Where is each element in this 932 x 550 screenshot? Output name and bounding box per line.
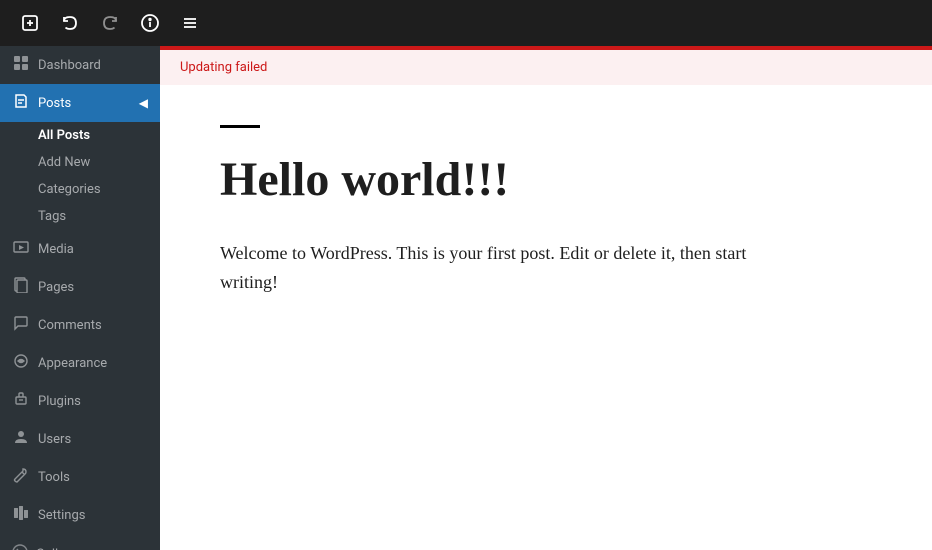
top-toolbar <box>0 0 932 46</box>
post-separator <box>220 125 260 128</box>
sidebar-item-plugins-label: Plugins <box>38 394 81 409</box>
all-posts-label: All Posts <box>38 128 90 143</box>
sidebar-item-users-label: Users <box>38 432 71 447</box>
media-icon <box>12 239 30 259</box>
posts-icon <box>12 93 30 113</box>
sidebar-item-dashboard-label: Dashboard <box>38 58 101 73</box>
tools-icon <box>12 467 30 487</box>
undo-button[interactable] <box>52 5 88 41</box>
collapse-menu[interactable]: Collapse menu <box>0 534 160 550</box>
redo-button[interactable] <box>92 5 128 41</box>
sidebar-item-tools-label: Tools <box>38 470 70 485</box>
sidebar-item-tools[interactable]: Tools <box>0 458 160 496</box>
pages-icon <box>12 277 30 297</box>
sidebar-item-pages[interactable]: Pages <box>0 268 160 306</box>
dashboard-icon <box>12 55 30 75</box>
plugins-icon <box>12 391 30 411</box>
main-layout: Dashboard Posts ◀ All Posts Add New Cate… <box>0 46 932 550</box>
sidebar-item-posts-label: Posts <box>38 96 71 111</box>
sidebar-item-posts[interactable]: Posts ◀ <box>0 84 160 122</box>
appearance-icon <box>12 353 30 373</box>
sidebar: Dashboard Posts ◀ All Posts Add New Cate… <box>0 46 160 550</box>
sidebar-subitem-categories[interactable]: Categories <box>0 176 160 203</box>
sidebar-item-comments-label: Comments <box>38 318 102 333</box>
sidebar-item-appearance[interactable]: Appearance <box>0 344 160 382</box>
list-view-button[interactable] <box>172 5 208 41</box>
users-icon <box>12 429 30 449</box>
sidebar-item-settings[interactable]: Settings <box>0 496 160 534</box>
info-button[interactable] <box>132 5 168 41</box>
comments-icon <box>12 315 30 335</box>
content-area: Updating failed Hello world!!! Welcome t… <box>160 46 932 550</box>
add-new-label: Add New <box>38 155 90 170</box>
sidebar-item-media-label: Media <box>38 242 74 257</box>
sidebar-subitem-all-posts[interactable]: All Posts <box>0 122 160 149</box>
collapse-menu-icon <box>12 544 28 550</box>
sidebar-item-comments[interactable]: Comments <box>0 306 160 344</box>
collapse-menu-label: Collapse menu <box>36 547 122 550</box>
sidebar-item-pages-label: Pages <box>38 280 74 295</box>
post-body[interactable]: Welcome to WordPress. This is your first… <box>220 239 800 297</box>
sidebar-item-media[interactable]: Media <box>0 230 160 268</box>
sidebar-item-users[interactable]: Users <box>0 420 160 458</box>
tags-label: Tags <box>38 209 66 224</box>
posts-arrow: ◀ <box>139 96 148 110</box>
editor-content[interactable]: Hello world!!! Welcome to WordPress. Thi… <box>160 85 932 550</box>
add-block-button[interactable] <box>12 5 48 41</box>
error-message: Updating failed <box>180 60 267 75</box>
sidebar-subitem-add-new[interactable]: Add New <box>0 149 160 176</box>
categories-label: Categories <box>38 182 101 197</box>
post-title[interactable]: Hello world!!! <box>220 152 872 207</box>
sidebar-item-plugins[interactable]: Plugins <box>0 382 160 420</box>
sidebar-subitem-tags[interactable]: Tags <box>0 203 160 230</box>
sidebar-item-appearance-label: Appearance <box>38 356 107 371</box>
sidebar-item-settings-label: Settings <box>38 508 85 523</box>
error-banner: Updating failed <box>160 46 932 85</box>
sidebar-item-dashboard[interactable]: Dashboard <box>0 46 160 84</box>
settings-icon <box>12 505 30 525</box>
